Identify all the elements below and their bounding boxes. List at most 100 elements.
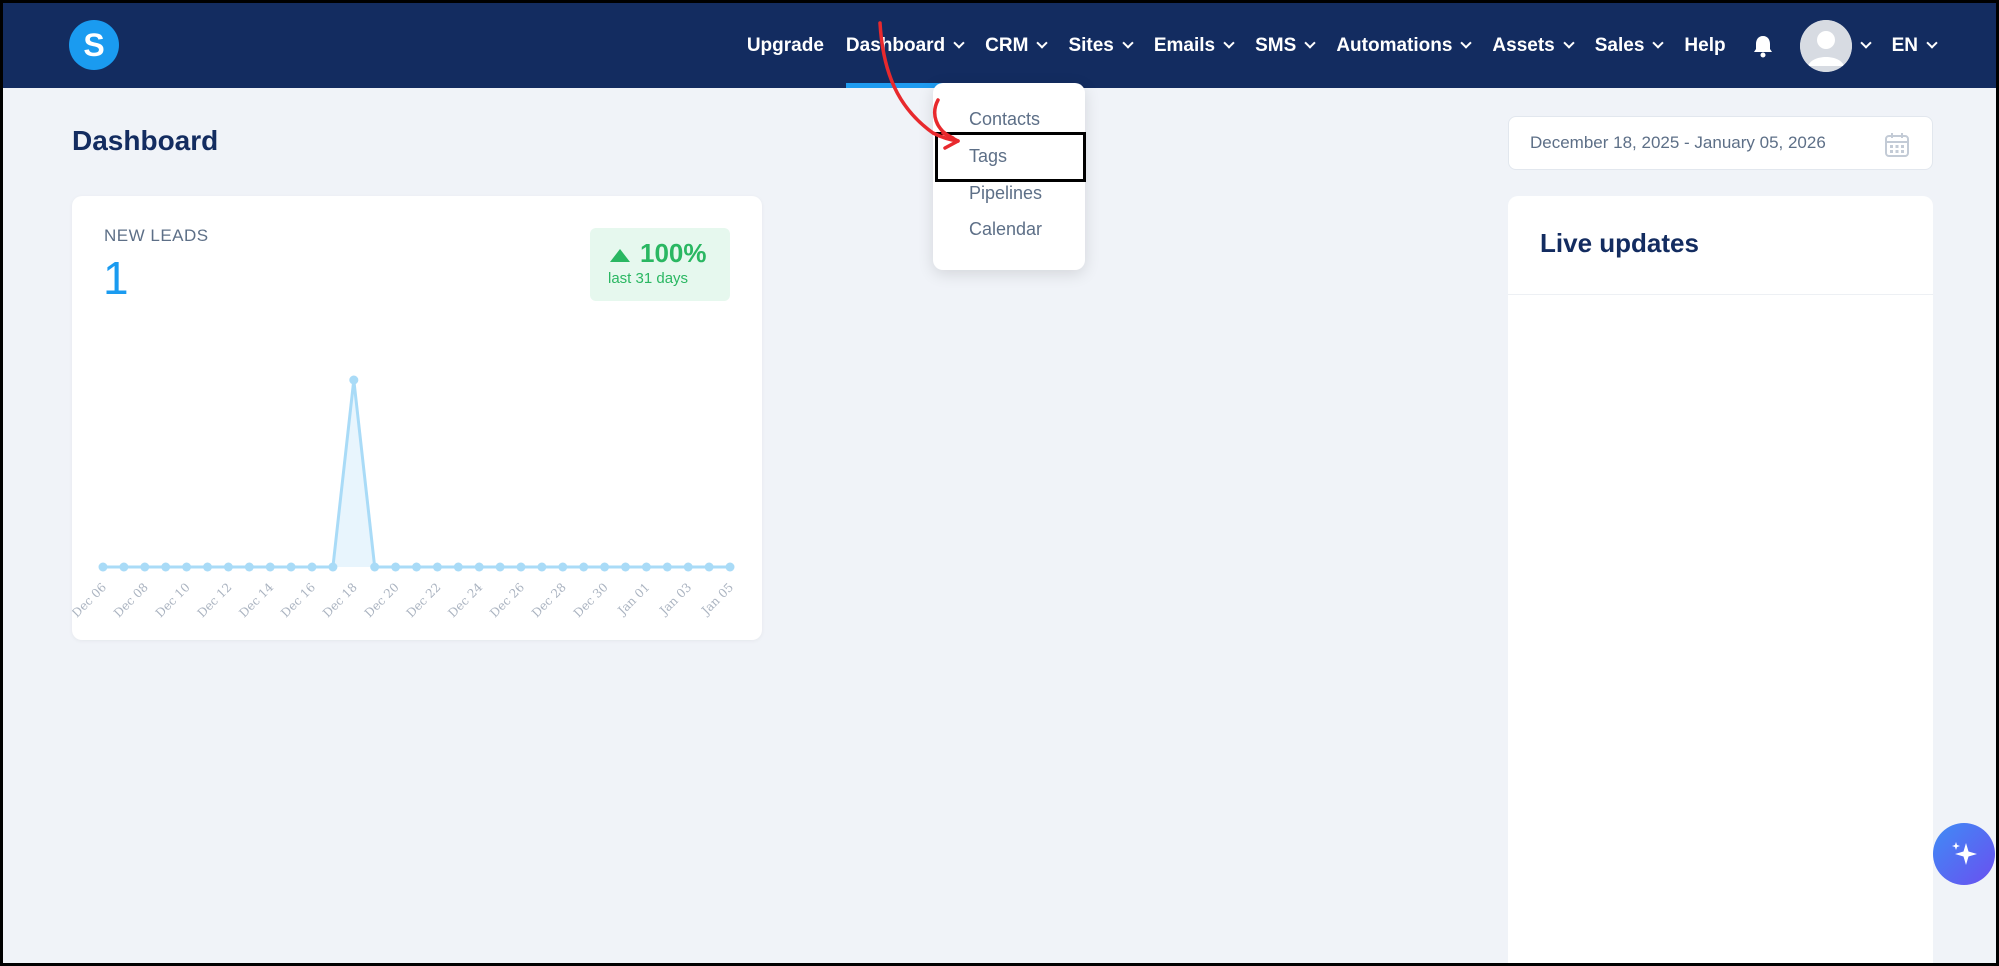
x-tick-label: Dec 30 bbox=[571, 580, 611, 620]
chart-point[interactable] bbox=[516, 562, 526, 572]
nav-item-label: Help bbox=[1684, 34, 1726, 56]
dropdown-item-calendar[interactable]: Calendar bbox=[969, 219, 1042, 240]
nav-item-label: Sites bbox=[1068, 34, 1114, 56]
chart-point[interactable] bbox=[579, 562, 589, 572]
avatar bbox=[1799, 19, 1852, 72]
chevron-down-icon bbox=[1460, 37, 1473, 49]
nav-item-label: Assets bbox=[1492, 34, 1555, 56]
page-title: Dashboard bbox=[72, 125, 219, 156]
date-range-picker[interactable]: December 18, 2025 - January 05, 2026 bbox=[1508, 116, 1933, 170]
chart-point[interactable] bbox=[223, 562, 233, 572]
chart-point[interactable] bbox=[391, 562, 401, 572]
divider bbox=[1508, 294, 1933, 295]
chevron-down-icon bbox=[1652, 37, 1665, 49]
x-tick-label: Dec 20 bbox=[362, 580, 402, 620]
chart-point[interactable] bbox=[683, 562, 693, 572]
leads-chart: Dec 06 Dec 08 Dec 10 Dec 12 Dec 14 Dec 16 Dec … bbox=[72, 375, 736, 620]
x-tick-label: Jan 01 bbox=[614, 580, 653, 619]
x-tick-label: Dec 26 bbox=[487, 580, 527, 620]
logo[interactable]: S bbox=[69, 20, 119, 70]
dropdown-item-pipelines[interactable]: Pipelines bbox=[969, 183, 1042, 204]
dropdown-item-contacts[interactable]: Contacts bbox=[969, 109, 1040, 130]
chevron-down-icon bbox=[953, 37, 965, 49]
chart-point[interactable] bbox=[349, 375, 359, 385]
nav-item-label: SMS bbox=[1255, 34, 1297, 56]
nav-item-crm[interactable]: CRM bbox=[985, 3, 1049, 88]
chart-point[interactable] bbox=[495, 562, 505, 572]
nav-item-help[interactable]: Help bbox=[1684, 3, 1725, 88]
nav-item-assets[interactable]: Assets bbox=[1492, 3, 1575, 88]
chart-point[interactable] bbox=[474, 562, 484, 572]
nav-item-sms[interactable]: SMS bbox=[1255, 3, 1316, 88]
x-tick-label: Dec 06 bbox=[72, 580, 109, 620]
x-tick-label: Jan 05 bbox=[697, 580, 736, 619]
chart-point[interactable] bbox=[725, 562, 735, 572]
chart-point[interactable] bbox=[641, 562, 651, 572]
chart-line bbox=[103, 379, 730, 569]
chevron-down-icon bbox=[1122, 37, 1134, 49]
nav-item-label: CRM bbox=[985, 34, 1029, 56]
chart-point[interactable] bbox=[621, 562, 630, 572]
nav-item-label: Dashboard bbox=[845, 34, 946, 56]
live-updates-title: Live updates bbox=[1540, 228, 1699, 258]
chevron-down-icon bbox=[1036, 37, 1049, 49]
bell-icon[interactable] bbox=[1752, 34, 1774, 58]
chart-point[interactable] bbox=[662, 562, 672, 572]
user-menu[interactable] bbox=[1799, 3, 1872, 88]
chevron-down-icon bbox=[1304, 37, 1316, 49]
nav-item-label: Emails bbox=[1153, 34, 1216, 56]
chart-point[interactable] bbox=[558, 562, 568, 572]
chart-point[interactable] bbox=[453, 562, 463, 572]
nav-item-label: Upgrade bbox=[746, 34, 824, 56]
x-tick-label: Dec 22 bbox=[404, 580, 444, 620]
chart-point[interactable] bbox=[140, 562, 150, 572]
chart-point[interactable] bbox=[286, 562, 296, 572]
chart-point[interactable] bbox=[98, 562, 108, 572]
live-updates-panel: Live updates bbox=[1508, 196, 1933, 963]
dropdown-item-tags[interactable]: Tags bbox=[969, 146, 1007, 167]
chart-point[interactable] bbox=[182, 562, 192, 572]
chart-point[interactable] bbox=[370, 562, 380, 572]
chevron-down-icon bbox=[1563, 37, 1575, 49]
calendar-icon[interactable] bbox=[1884, 132, 1910, 163]
chart-point[interactable] bbox=[328, 562, 338, 572]
nav-item-sites[interactable]: Sites bbox=[1068, 3, 1134, 88]
chart-point[interactable] bbox=[161, 562, 171, 572]
chart-point[interactable] bbox=[307, 562, 317, 572]
chart-point[interactable] bbox=[412, 562, 421, 572]
chart-point[interactable] bbox=[203, 562, 212, 572]
date-range-text: December 18, 2025 - January 05, 2026 bbox=[1530, 133, 1826, 152]
chart-point[interactable] bbox=[265, 562, 275, 572]
nav-item-label: Sales bbox=[1594, 34, 1645, 56]
nav-item-emails[interactable]: Emails bbox=[1153, 3, 1235, 88]
x-tick-label: Dec 24 bbox=[445, 580, 485, 620]
nav-item-upgrade[interactable]: Upgrade bbox=[747, 3, 824, 88]
chart-point[interactable] bbox=[432, 562, 442, 572]
sparkle-icon bbox=[1952, 842, 1977, 865]
top-navbar: S Upgrade Dashboard CRM Sites Emails SMS Autom… bbox=[3, 3, 1996, 88]
x-tick-label: Dec 10 bbox=[153, 580, 193, 620]
chart-point[interactable] bbox=[537, 562, 547, 572]
x-tick-label: Dec 16 bbox=[278, 580, 318, 620]
app-frame: S Upgrade Dashboard CRM Sites Emails SMS Autom… bbox=[0, 0, 1999, 966]
new-leads-card: NEW LEADS 1 100% last 31 days Dec 06 Dec … bbox=[72, 196, 762, 640]
chart-point[interactable] bbox=[704, 562, 714, 572]
nav-item-dashboard[interactable]: Dashboard bbox=[845, 3, 970, 88]
chart-point[interactable] bbox=[119, 562, 129, 572]
x-tick-label: Dec 12 bbox=[195, 580, 235, 620]
language-selector[interactable]: EN bbox=[1891, 3, 1938, 88]
x-tick-label: Dec 18 bbox=[320, 580, 360, 620]
language-label: EN bbox=[1891, 34, 1918, 56]
x-tick-label: Dec 14 bbox=[236, 580, 276, 620]
x-tick-label: Dec 28 bbox=[529, 580, 569, 620]
chevron-down-icon bbox=[1926, 37, 1938, 49]
nav-item-sales[interactable]: Sales bbox=[1594, 3, 1665, 88]
x-tick-label: Jan 03 bbox=[656, 580, 695, 619]
chart-point[interactable] bbox=[244, 562, 254, 572]
chart-point[interactable] bbox=[600, 562, 610, 572]
chart-area bbox=[103, 380, 730, 567]
ai-assistant-button[interactable] bbox=[1933, 823, 1995, 885]
nav-item-automations[interactable]: Automations bbox=[1336, 3, 1473, 88]
chevron-down-icon bbox=[1859, 37, 1872, 49]
main-nav: Upgrade Dashboard CRM Sites Emails SMS Automat… bbox=[725, 3, 1938, 88]
